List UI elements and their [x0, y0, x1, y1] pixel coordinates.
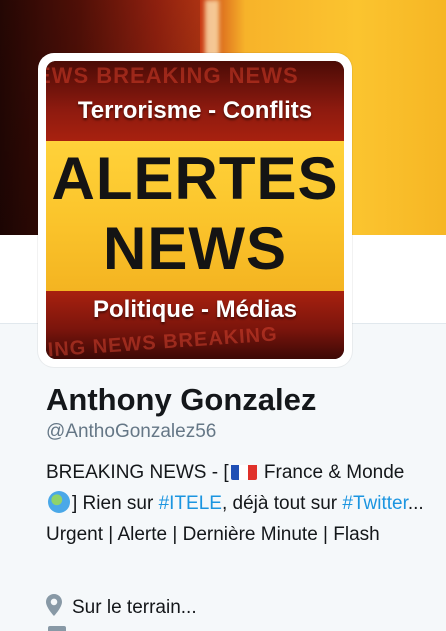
- avatar-top-band: EWS BREAKING NEWS Terrorisme - Conflits: [46, 61, 344, 141]
- avatar-watermark-top: EWS BREAKING NEWS: [46, 63, 299, 88]
- bio-text-part4: , déjà tout sur: [221, 493, 343, 514]
- france-flag-icon: [230, 462, 257, 480]
- location-pin-icon: [46, 594, 62, 622]
- bio-text-part3: ] Rien sur: [72, 493, 159, 514]
- avatar[interactable]: EWS BREAKING NEWS Terrorisme - Conflits …: [46, 61, 344, 359]
- location-text: Sur le terrain...: [72, 597, 197, 618]
- profile-location: Sur le terrain...: [46, 594, 197, 622]
- profile-handle[interactable]: @AnthoGonzalez56: [46, 421, 216, 443]
- globe-icon: [48, 491, 70, 513]
- next-row-icon-partial: [48, 626, 66, 631]
- avatar-headline-line1: ALERTES: [51, 145, 339, 212]
- avatar-frame[interactable]: EWS BREAKING NEWS Terrorisme - Conflits …: [38, 53, 352, 367]
- avatar-bottom-band: Politique - Médias KING NEWS BREAKING: [46, 291, 344, 359]
- avatar-headline-line2: NEWS: [103, 215, 287, 282]
- profile-name[interactable]: Anthony Gonzalez: [46, 382, 316, 418]
- hashtag-itele-link[interactable]: #ITELE: [159, 493, 222, 514]
- avatar-headline-band: ALERTES NEWS: [46, 141, 344, 291]
- avatar-top-subtitle: Terrorisme - Conflits: [77, 97, 313, 124]
- hashtag-twitter-link[interactable]: #Twitter: [342, 493, 407, 514]
- profile-bio: BREAKING NEWS - [ France & Monde ] Rien …: [46, 457, 426, 550]
- avatar-bottom-subtitle: Politique - Médias: [92, 296, 298, 323]
- bio-text-part2: France & Monde: [258, 462, 405, 483]
- bio-text-part1: BREAKING NEWS - [: [46, 462, 229, 483]
